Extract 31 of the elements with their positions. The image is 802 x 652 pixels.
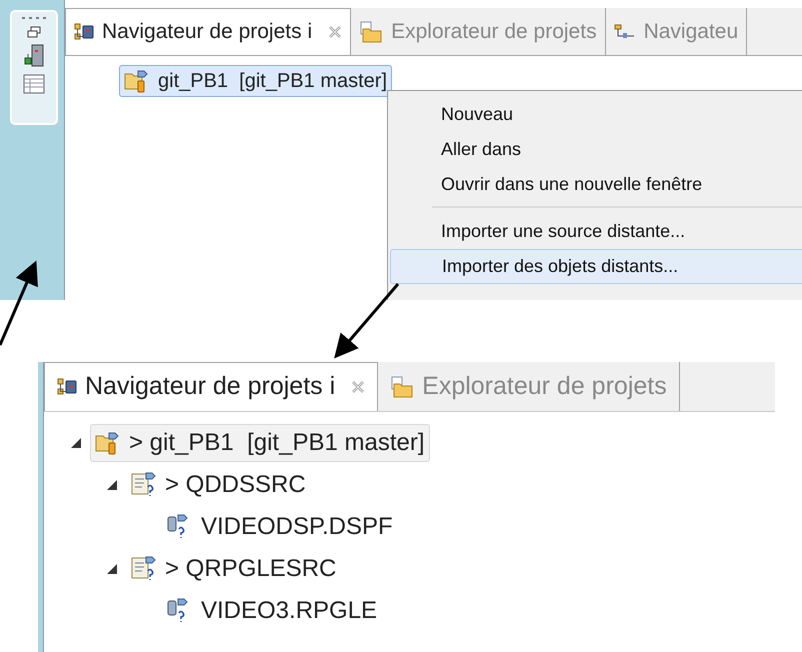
tree-item[interactable]: > QRPGLESRC (126, 550, 342, 588)
folder-icon (390, 376, 414, 398)
server-icon[interactable] (23, 44, 45, 68)
tree-nodes-icon (74, 23, 94, 41)
tree-item[interactable]: > git_PB1 [git_PB1 master] (90, 424, 430, 462)
tree-item[interactable]: git_PB1 [git_PB1 master] (119, 65, 392, 97)
expand-triangle-icon[interactable] (106, 563, 118, 575)
tree-item[interactable]: VIDEO3.RPGLE (162, 592, 382, 630)
restore-window-icon[interactable] (27, 26, 41, 38)
view-tab[interactable]: Navigateur de projets i (65, 8, 352, 55)
source-file-icon (131, 472, 157, 498)
project-folder-icon (95, 431, 121, 455)
folder-icon (359, 20, 384, 42)
menu-item[interactable]: Importer des objets distants... (390, 249, 802, 284)
tree-nodes-icon (57, 378, 77, 396)
menu-item[interactable]: Aller dans (432, 132, 802, 167)
source-file-icon (131, 556, 157, 582)
grip-icon (21, 16, 47, 20)
menu-item[interactable]: Importer une source distante... (432, 214, 802, 249)
tree-item[interactable]: > QDDSSRC (126, 466, 311, 504)
expand-triangle-icon[interactable] (70, 437, 82, 449)
close-icon[interactable] (328, 25, 342, 39)
project-folder-icon (124, 69, 150, 93)
hierarchy-icon (614, 24, 636, 40)
menu-item[interactable]: Nouveau (432, 97, 802, 132)
close-icon[interactable] (351, 380, 366, 394)
expand-triangle-icon[interactable] (106, 479, 118, 491)
menu-item[interactable]: Ouvrir dans une nouvelle fenêtre (432, 167, 802, 202)
tree-item[interactable]: VIDEODSP.DSPF (162, 508, 398, 546)
view-tab[interactable]: Navigateur de projets i (44, 362, 378, 411)
table-icon[interactable] (23, 74, 45, 94)
